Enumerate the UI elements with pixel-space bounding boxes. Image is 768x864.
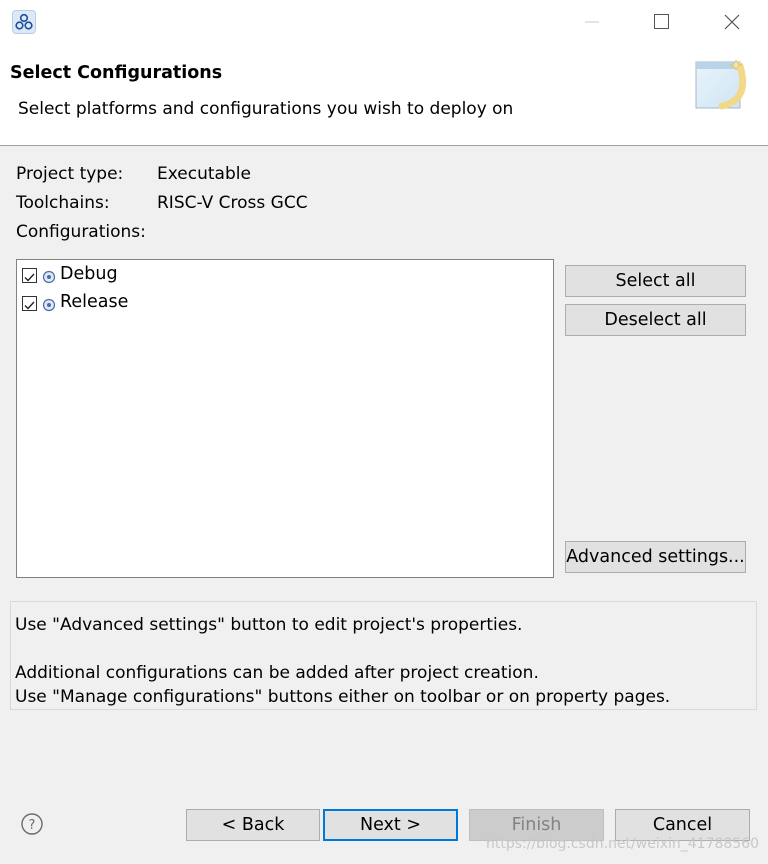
- info-message-box: Use "Advanced settings" button to edit p…: [10, 601, 757, 710]
- page-description: Select platforms and configurations you …: [18, 99, 514, 119]
- config-label: Release: [60, 292, 129, 312]
- help-icon[interactable]: ?: [20, 812, 44, 836]
- back-button[interactable]: < Back: [186, 809, 320, 841]
- svg-text:?: ?: [29, 818, 36, 833]
- info-line-advanced: Use "Advanced settings" button to edit p…: [15, 615, 523, 635]
- minimize-icon[interactable]: [570, 6, 614, 38]
- page-title: Select Configurations: [10, 63, 223, 83]
- release-checkbox[interactable]: [22, 296, 37, 311]
- info-line-additional: Additional configurations can be added a…: [15, 663, 539, 683]
- deselect-all-button[interactable]: Deselect all: [565, 304, 746, 336]
- info-line-manage: Use "Manage configurations" buttons eith…: [15, 687, 671, 707]
- config-gear-icon: [42, 297, 56, 312]
- maximize-icon[interactable]: [639, 6, 683, 38]
- project-type-value: Executable: [157, 164, 251, 184]
- toolchains-label: Toolchains:: [16, 193, 110, 213]
- wizard-header: Select Configurations Select platforms a…: [0, 44, 768, 146]
- select-all-button[interactable]: Select all: [565, 265, 746, 297]
- next-button[interactable]: Next >: [323, 809, 458, 841]
- eclipse-app-icon: [12, 10, 36, 34]
- config-gear-icon: [42, 269, 56, 284]
- project-type-label: Project type:: [16, 164, 124, 184]
- wizard-banner-icon: [692, 54, 768, 120]
- advanced-settings-button[interactable]: Advanced settings...: [565, 541, 746, 573]
- close-icon[interactable]: [710, 6, 754, 38]
- title-bar: [0, 0, 768, 44]
- config-label: Debug: [60, 264, 118, 284]
- configurations-label: Configurations:: [16, 222, 146, 242]
- configurations-list[interactable]: Debug Release: [16, 259, 554, 578]
- toolchains-value: RISC-V Cross GCC: [157, 193, 308, 213]
- debug-checkbox[interactable]: [22, 268, 37, 283]
- watermark-text: https://blog.csdn.net/weixin_41788560: [486, 836, 760, 852]
